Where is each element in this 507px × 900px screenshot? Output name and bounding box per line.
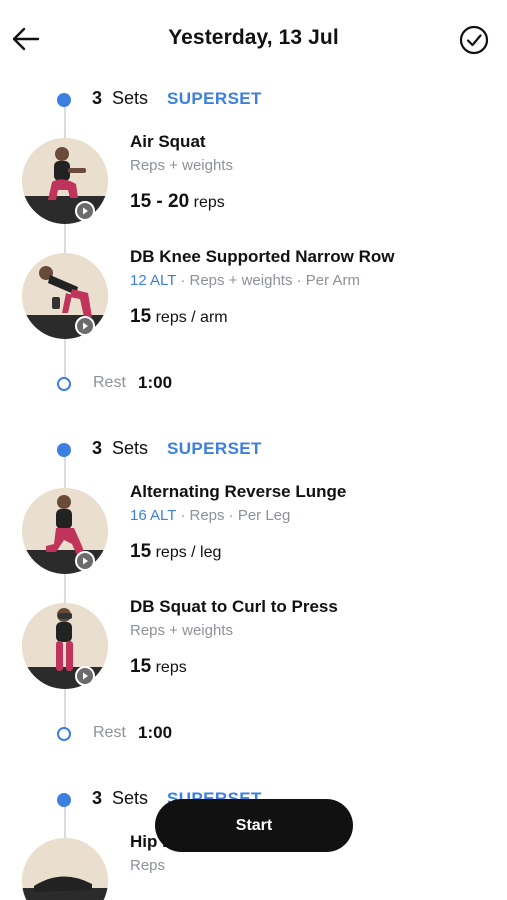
exercise-meta: Reps + weights <box>130 157 233 174</box>
alt-count: 12 ALT <box>130 272 177 289</box>
superset-tag: SUPERSET <box>167 439 262 458</box>
sets-label: Sets <box>112 88 149 108</box>
play-icon[interactable] <box>75 551 95 571</box>
exercise-thumbnail <box>22 603 108 689</box>
start-button[interactable]: Start <box>155 799 353 852</box>
reps-value: 15 <box>130 541 152 562</box>
play-icon[interactable] <box>75 201 95 221</box>
exercise-meta-text: Reps <box>130 857 166 874</box>
exercise-meta-text: · Reps + weights · Per Arm <box>176 272 360 289</box>
timeline-dot <box>57 443 71 457</box>
reps-unit: reps / arm <box>155 309 228 326</box>
exercise-reps: 15 reps / leg <box>130 541 221 563</box>
sets-count: 3 <box>92 438 103 458</box>
rest-dot <box>57 727 71 741</box>
reps-value: 15 <box>130 306 152 327</box>
exercise-thumbnail <box>22 488 108 574</box>
exercise-name: Air Squat <box>130 132 206 151</box>
reps-unit: reps <box>155 659 187 676</box>
page-title: Yesterday, 13 Jul <box>168 26 339 49</box>
rest-label: Rest <box>93 724 126 741</box>
exercise-name: Alternating Reverse Lunge <box>130 482 347 501</box>
timeline-dot <box>57 93 71 107</box>
exercise-item[interactable]: DB Squat to Curl to Press Reps + weights… <box>0 597 507 703</box>
exercise-thumbnail <box>22 253 108 339</box>
reps-unit: reps / leg <box>155 544 222 561</box>
exercise-item[interactable]: Air Squat Reps + weights 15 - 20 reps <box>0 132 507 238</box>
alt-count: 16 ALT <box>130 507 177 524</box>
sets-count: 3 <box>92 788 103 808</box>
reps-value: 15 <box>130 656 152 677</box>
sets-label: Sets <box>112 788 149 808</box>
complete-button[interactable] <box>458 24 490 56</box>
exercise-item[interactable]: DB Knee Supported Narrow Row 12 ALT · Re… <box>0 247 507 353</box>
sets-label: Sets <box>112 438 149 458</box>
header: Yesterday, 13 Jul <box>0 0 507 78</box>
exercise-thumbnail <box>22 838 108 900</box>
rest-time: 1:00 <box>138 723 173 742</box>
exercise-item[interactable]: Alternating Reverse Lunge 16 ALT · Reps … <box>0 482 507 588</box>
exercise-meta: 16 ALT · Reps · Per Leg <box>130 507 290 524</box>
exercise-meta-text: Reps + weights <box>130 157 233 174</box>
sets-header: 3 Sets SUPERSET <box>0 85 507 115</box>
exercise-meta: Reps <box>130 857 165 874</box>
exercise-meta-text: · Reps · Per Leg <box>176 507 291 524</box>
play-icon[interactable] <box>75 666 95 686</box>
exercise-meta-text: Reps + weights <box>130 622 233 639</box>
rest-label: Rest <box>93 374 126 391</box>
timeline-dot <box>57 793 71 807</box>
sets-header: 3 Sets SUPERSET <box>0 435 507 465</box>
exercise-meta: 12 ALT · Reps + weights · Per Arm <box>130 272 360 289</box>
exercise-reps: 15 reps <box>130 656 187 678</box>
play-icon[interactable] <box>75 316 95 336</box>
reps-unit: reps <box>193 194 225 211</box>
exercise-reps: 15 - 20 reps <box>130 191 225 213</box>
exercise-name: DB Knee Supported Narrow Row <box>130 247 395 266</box>
rest-time: 1:00 <box>138 373 173 392</box>
superset-tag: SUPERSET <box>167 89 262 108</box>
check-circle-icon <box>459 25 489 55</box>
exercise-thumbnail <box>22 138 108 224</box>
exercise-name: DB Squat to Curl to Press <box>130 597 338 616</box>
workout-list[interactable]: 3 Sets SUPERSET Air Squat Reps + weights… <box>0 78 507 900</box>
rest-row: Rest 1:00 <box>0 370 507 398</box>
sets-count: 3 <box>92 88 103 108</box>
rest-row: Rest 1:00 <box>0 720 507 748</box>
reps-value: 15 - 20 <box>130 191 190 212</box>
rest-dot <box>57 377 71 391</box>
exercise-reps: 15 reps / arm <box>130 306 228 328</box>
exercise-meta: Reps + weights <box>130 622 233 639</box>
